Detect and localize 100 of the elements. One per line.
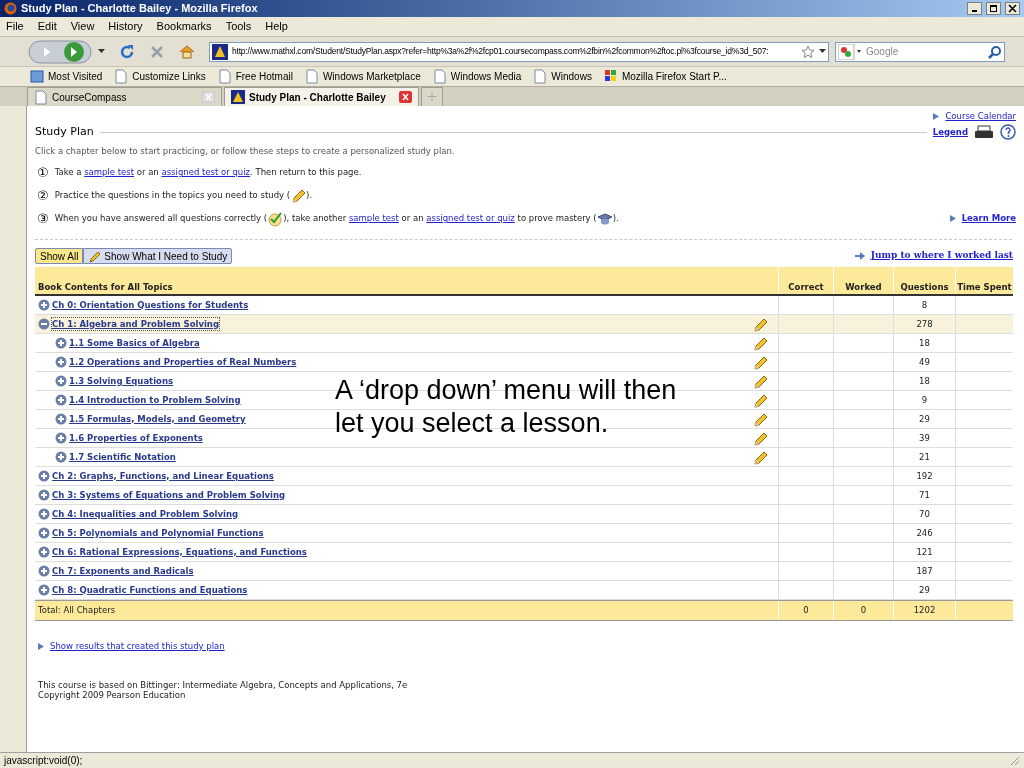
chapter-link[interactable]: 1.5 Formulas, Models, and Geometry (69, 412, 246, 426)
reload-icon[interactable] (119, 43, 135, 60)
footer-text: Copyright 2009 Pearson Education (38, 689, 187, 700)
table-cell: 0 (778, 601, 833, 620)
bookmark-link[interactable]: Windows Marketplace (322, 69, 421, 84)
chapter-link[interactable]: 1.3 Solving Equations (69, 374, 174, 388)
status-text: javascript:void(0); (4, 754, 84, 768)
search-engine-icon (838, 43, 862, 60)
expand-icon[interactable] (38, 299, 50, 311)
expand-icon[interactable] (55, 375, 67, 387)
chapter-link[interactable]: 1.7 Scientific Notation (69, 450, 176, 464)
bookmark-link[interactable]: Mozilla Firefox Start P... (621, 69, 727, 84)
search-placeholder: Google (866, 45, 900, 59)
table-cell: 21 (893, 448, 955, 466)
expand-icon[interactable] (55, 413, 67, 425)
expand-icon[interactable] (55, 432, 67, 444)
pencil-icon (88, 249, 102, 263)
footer-text: This course is based on Bittinger: Intermediate Algebra, Concepts and Applications, 7e (38, 679, 409, 690)
menu-item[interactable]: Tools (225, 18, 252, 35)
search-field[interactable]: Google (835, 41, 1005, 62)
learn-more-link[interactable]: Learn More (961, 212, 1016, 225)
expand-icon[interactable] (38, 470, 50, 482)
chapter-link[interactable]: 1.6 Properties of Exponents (69, 431, 203, 445)
browser-tab[interactable]: CourseCompass (27, 87, 222, 106)
chapter-link[interactable]: Ch 0: Orientation Questions for Students (52, 298, 249, 312)
jump-link[interactable]: Jump to where I worked last (870, 249, 1013, 263)
column-header: Book Contents for All Topics (37, 281, 174, 294)
chapter-link[interactable]: Ch 2: Graphs, Functions, and Linear Equations (52, 469, 274, 483)
expand-icon[interactable] (38, 584, 50, 596)
chapter-link[interactable]: Ch 6: Rational Expressions, Equations, and Functions (52, 545, 307, 559)
page-icon (603, 69, 618, 84)
back-forward-button[interactable] (28, 39, 92, 64)
table-cell: 9 (893, 391, 955, 409)
table-cell: 0 (833, 601, 893, 620)
bookmark-link[interactable]: Free Hotmail (235, 69, 293, 84)
menu-item[interactable]: Help (265, 18, 288, 35)
expand-icon[interactable] (38, 489, 50, 501)
maximize-button[interactable] (986, 2, 1001, 15)
expand-icon[interactable] (55, 394, 67, 406)
step-number: ① (37, 163, 49, 182)
browser-tab[interactable]: Study Plan - Charlotte Bailey (224, 87, 419, 106)
chapter-link[interactable]: Ch 8: Quadratic Functions and Equations (52, 583, 248, 597)
checkmark-icon (267, 210, 284, 227)
page-icon (114, 69, 129, 84)
filter-button[interactable]: Show All (35, 248, 84, 264)
chapter-link[interactable]: Ch 3: Systems of Equations and Problem Solving (52, 488, 286, 502)
printer-icon[interactable] (974, 125, 994, 139)
firefox-icon (4, 2, 17, 15)
chapter-link[interactable]: Ch 7: Exponents and Radicals (52, 564, 194, 578)
menu-item[interactable]: Bookmarks (156, 18, 212, 35)
column-header: Correct (778, 267, 833, 294)
minimize-button[interactable] (967, 2, 982, 15)
show-results-link[interactable]: Show results that created this study plan (50, 640, 225, 653)
chapter-link[interactable]: Ch 5: Polynomials and Polynomial Functions (52, 526, 264, 540)
chapter-link[interactable]: 1.4 Introduction to Problem Solving (69, 393, 241, 407)
expand-icon[interactable] (55, 356, 67, 368)
page-icon (304, 69, 319, 84)
site-icon (212, 43, 228, 60)
expand-icon[interactable] (38, 527, 50, 539)
triangle-icon (933, 112, 940, 120)
table-cell: 187 (893, 562, 955, 580)
collapse-icon[interactable] (38, 318, 50, 330)
chapter-link[interactable]: 1.2 Operations and Properties of Real Numbers (69, 355, 297, 369)
bookmark-link[interactable]: Most Visited (48, 69, 103, 84)
step-number: ② (37, 186, 49, 205)
step-text: Practice the questions in the topics you need to study ( ). (54, 188, 313, 203)
close-button[interactable] (1005, 2, 1020, 15)
page-icon (432, 69, 447, 84)
bookmark-link[interactable]: Windows (551, 69, 592, 84)
bookmark-link[interactable]: Customize Links (132, 69, 206, 84)
course-calendar-link[interactable]: Course Calendar (945, 109, 1016, 123)
table-cell: 29 (893, 410, 955, 428)
menu-item[interactable]: History (108, 18, 143, 35)
menu-item[interactable]: View (70, 18, 95, 35)
table-cell: 1202 (893, 601, 955, 620)
address-field[interactable]: http://www.mathxl.com/Student/StudyPlan.aspx?refer=http%3a%2f%2fcp01.coursecompass.com%2fbin%2fcommon%2ftoc.pl%3fcourse_id%3d_507: (209, 41, 829, 62)
graduation-cap-icon (596, 211, 613, 226)
step-text: Take a sample test or an assigned test or quiz. Then return to this page. (54, 166, 362, 179)
close-icon[interactable] (399, 91, 412, 103)
menu-item[interactable]: Edit (37, 18, 57, 35)
table-cell: 29 (893, 581, 955, 599)
menu-item[interactable]: File (6, 18, 24, 35)
pencil-icon (290, 188, 307, 203)
legend-link[interactable]: Legend (932, 125, 968, 139)
chapter-link[interactable]: Ch 4: Inequalities and Problem Solving (52, 507, 239, 521)
bookmark-link[interactable]: Windows Media (450, 69, 522, 84)
home-icon[interactable] (179, 43, 195, 60)
expand-icon[interactable] (38, 546, 50, 558)
expand-icon[interactable] (38, 565, 50, 577)
dropdown-arrow-icon[interactable] (98, 49, 105, 54)
help-icon[interactable] (1000, 124, 1016, 140)
expand-icon[interactable] (55, 451, 67, 463)
test-link[interactable]: sample test (348, 212, 399, 225)
filter-button[interactable]: Show What I Need to Study (83, 248, 233, 264)
test-link[interactable]: assigned test or quiz (426, 212, 515, 225)
expand-icon[interactable] (55, 337, 67, 349)
chapter-link[interactable]: 1.1 Some Basics of Algebra (69, 336, 200, 350)
chapter-link[interactable]: Ch 1: Algebra and Problem Solving (52, 317, 219, 331)
test-link[interactable]: sample test (84, 166, 135, 179)
expand-icon[interactable] (38, 508, 50, 520)
